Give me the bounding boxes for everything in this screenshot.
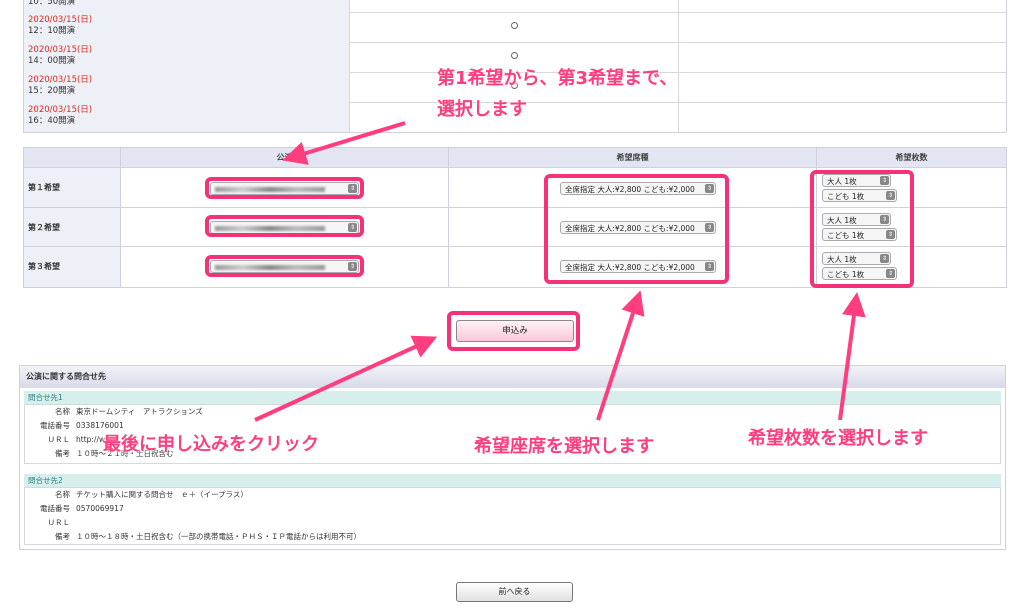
annotation-select-range-line1: 第1希望から、第3希望まで、 [437,68,678,89]
annotation-arrows [254,121,866,422]
arrow-to-apply [254,335,438,422]
arrow-to-performance [282,121,406,165]
arrow-to-seat [596,290,645,421]
annotation-select-count: 希望枚数を選択します [748,428,928,449]
annotation-select-range-line2: 選択します [437,99,527,120]
arrow-to-count [838,292,866,421]
annotation-select-seat: 希望座席を選択します [474,436,654,457]
annotation-click-apply: 最後に申し込みをクリック [103,434,319,455]
